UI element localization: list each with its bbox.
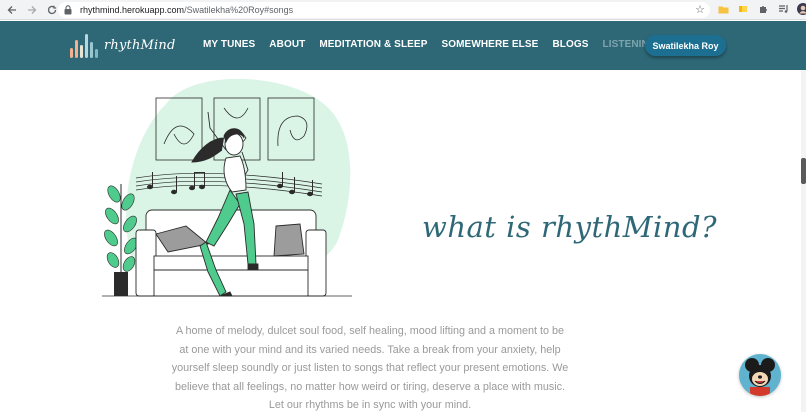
url-host: rhythmind.herokuapp.com	[80, 5, 185, 15]
nav-meditation-sleep[interactable]: MEDITATION & SLEEP	[319, 39, 427, 50]
scrollbar-thumb[interactable]	[801, 158, 806, 184]
site-header: rhythMind MY TUNES ABOUT MEDITATION & SL…	[0, 21, 806, 70]
site-logo[interactable]: rhythMind	[70, 31, 176, 59]
bookmark-star-icon[interactable]: ☆	[693, 3, 707, 17]
mickey-mouse-chatbot-icon[interactable]	[739, 354, 781, 396]
nav-my-tunes[interactable]: MY TUNES	[203, 39, 255, 50]
user-profile-button[interactable]: Swatilekha Roy	[645, 35, 726, 56]
equalizer-logo-icon	[70, 32, 98, 58]
extension-folder-icon[interactable]	[716, 2, 730, 16]
logo-text: rhythMind	[104, 37, 176, 53]
about-description: A home of melody, dulcet soul food, self…	[171, 325, 569, 412]
sofa-icon	[135, 209, 327, 297]
media-control-icon[interactable]	[776, 2, 790, 16]
forward-arrow-icon[interactable]	[24, 2, 40, 18]
extensions-puzzle-icon[interactable]	[756, 2, 770, 16]
extension-flag-icon[interactable]	[736, 2, 750, 16]
profile-avatar-icon[interactable]	[796, 2, 806, 16]
back-arrow-icon[interactable]	[4, 2, 20, 18]
hero-illustration	[96, 74, 358, 302]
browser-toolbar: rhythmind.herokuapp.com/Swatilekha%20Roy…	[0, 0, 806, 20]
nav-about[interactable]: ABOUT	[269, 39, 305, 50]
page-scrollbar[interactable]	[801, 70, 806, 412]
nav-blogs[interactable]: BLOGS	[552, 39, 588, 50]
url-path: /Swatilekha%20Roy#songs	[184, 5, 294, 15]
address-bar[interactable]: rhythmind.herokuapp.com/Swatilekha%20Roy…	[58, 2, 710, 18]
lock-icon	[64, 5, 74, 15]
hero-title: what is rhythMind?	[422, 210, 718, 244]
main-nav: MY TUNES ABOUT MEDITATION & SLEEP SOMEWH…	[203, 21, 705, 67]
nav-somewhere-else[interactable]: SOMEWHERE ELSE	[441, 39, 538, 50]
